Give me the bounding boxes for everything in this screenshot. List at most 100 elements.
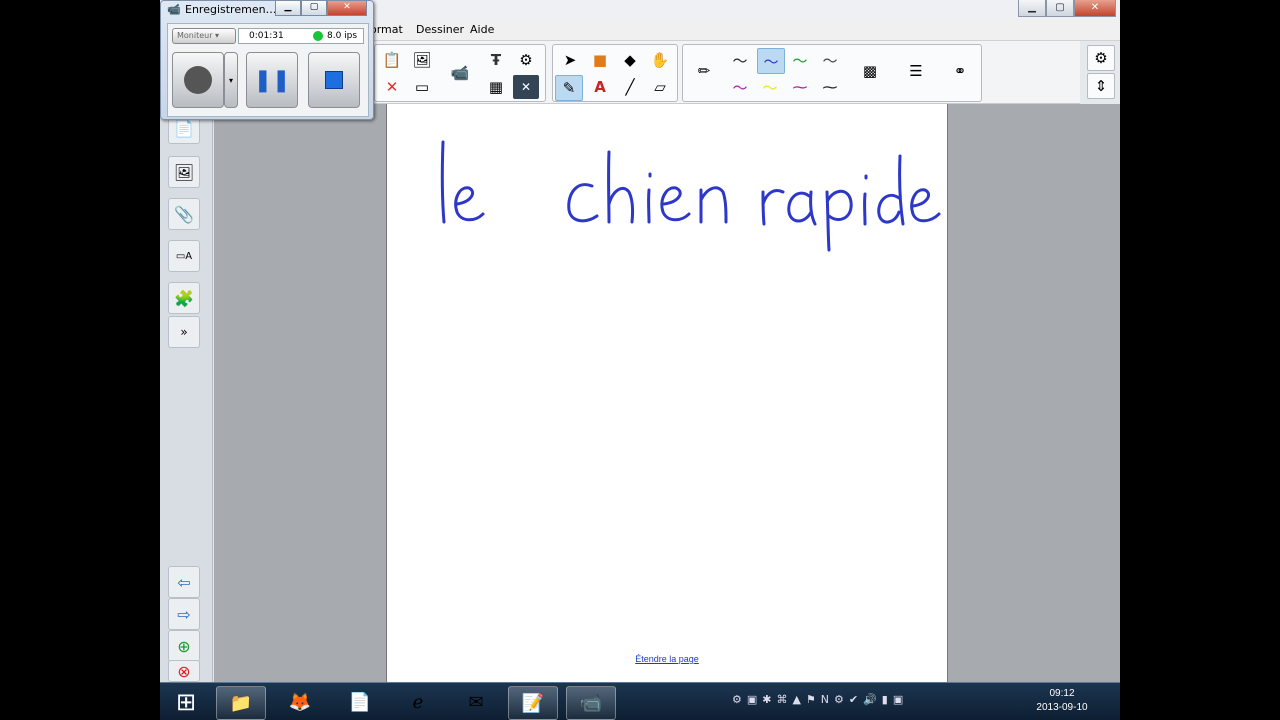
pen-icon[interactable]: ✏ xyxy=(691,59,717,83)
move-toolbar-icon[interactable]: ⇕ xyxy=(1087,73,1115,99)
ink-letter-p xyxy=(825,189,853,252)
ink-letter-h xyxy=(607,150,635,224)
record-icon xyxy=(184,66,212,94)
ink-letter-l xyxy=(440,140,446,224)
window-controls: ▁ ▢ ✕ xyxy=(1018,0,1116,17)
dropdown-arrow-icon: ▾ xyxy=(228,75,233,85)
color-palette-icon[interactable]: ▩ xyxy=(857,59,883,83)
system-tray[interactable]: ⚙▣✱⌘▲⚑N⚙✔🔊▮▣ xyxy=(732,693,908,706)
clock-date: 2013-09-10 xyxy=(1036,702,1088,713)
expand-sidebar-icon[interactable]: » xyxy=(168,316,200,348)
text-tool-icon[interactable]: A xyxy=(587,75,613,99)
ink-letter-i xyxy=(647,172,652,224)
delete-page-icon[interactable]: ⊗ xyxy=(168,660,200,682)
ink-letter-e3 xyxy=(910,188,941,223)
fill-icon[interactable]: ✋ xyxy=(647,48,673,72)
ink-letter-n xyxy=(699,186,728,224)
delete-icon[interactable]: ✕ xyxy=(379,75,405,99)
eraser-icon[interactable]: ▱ xyxy=(647,75,673,99)
eraser-tool-icon[interactable]: ◆ xyxy=(617,48,643,72)
taskbar-clock[interactable]: 09:12 2013-09-10 xyxy=(1022,687,1102,715)
text-insert-icon[interactable]: Ŧ xyxy=(483,48,509,72)
pen-style-black[interactable]: 〜 xyxy=(727,48,753,72)
ink-letter-r xyxy=(761,189,785,226)
pen-style-black-dashed[interactable]: ⁓ xyxy=(817,75,843,99)
minimize-button[interactable]: ▁ xyxy=(1018,0,1046,17)
toolbar-group-page: 📋 🖼 📹 Ŧ ⚙ ✕ ▭ ▦ ✕ xyxy=(374,44,546,102)
elapsed-time: 0:01:31 xyxy=(249,31,284,41)
close-board-icon[interactable]: ✕ xyxy=(513,75,539,99)
recorder-minimize-button[interactable]: ▁ xyxy=(275,1,301,16)
firefox-taskbar-icon[interactable]: 🦊 xyxy=(276,686,324,718)
ink-letter-e2 xyxy=(660,186,691,222)
menu-item-help[interactable]: Aide xyxy=(470,23,494,36)
camera-icon[interactable]: 📹 xyxy=(447,61,473,85)
record-options-dropdown[interactable]: ▾ xyxy=(224,52,238,108)
taskbar: ⊞ 📁 🦊 📄 ℯ ✉ 📝 📹 ⚙▣✱⌘▲⚑N⚙✔🔊▮▣ 09:12 2013-… xyxy=(160,682,1120,720)
screen-shade-icon[interactable]: ▭ xyxy=(409,75,435,99)
mail-taskbar-icon[interactable]: ✉ xyxy=(452,686,500,718)
line-tool-icon[interactable]: ╱ xyxy=(617,75,643,99)
document-taskbar-icon[interactable]: 📄 xyxy=(336,686,384,718)
paste-icon[interactable]: 📋 xyxy=(379,48,405,72)
attachments-paperclip-icon[interactable]: 📎 xyxy=(168,198,200,230)
next-page-icon[interactable]: ⇨ xyxy=(168,598,200,630)
pen-style-dark[interactable]: 〜 xyxy=(817,48,843,72)
pen-style-blue[interactable]: 〜 xyxy=(757,48,785,74)
properties-icon[interactable]: ▭A xyxy=(168,240,200,272)
clock-time: 09:12 xyxy=(1049,688,1075,699)
start-button[interactable]: ⊞ xyxy=(162,686,210,718)
close-button[interactable]: ✕ xyxy=(1074,0,1116,17)
recording-source-dropdown[interactable]: Moniteur ▾ xyxy=(172,28,236,44)
pen-style-magenta-dashed[interactable]: ⁓ xyxy=(787,75,813,99)
line-properties-icon[interactable]: ☰ xyxy=(903,59,929,83)
extend-page-link[interactable]: Étendre la page xyxy=(387,654,947,664)
pen-style-yellow[interactable]: 〜 xyxy=(757,75,783,99)
stop-icon xyxy=(325,71,343,89)
menu-item-draw[interactable]: Dessiner xyxy=(416,23,464,36)
pause-icon: ❚❚ xyxy=(253,67,291,93)
previous-page-icon[interactable]: ⇦ xyxy=(168,566,200,598)
notebook-taskbar-icon[interactable]: 📝 xyxy=(508,686,558,720)
addons-puzzle-icon[interactable]: 🧩 xyxy=(168,282,200,314)
select-arrow-icon[interactable]: ➤ xyxy=(557,48,583,72)
internet-explorer-taskbar-icon[interactable]: ℯ xyxy=(394,686,442,718)
screenshot-icon[interactable]: 🖼 xyxy=(409,48,435,72)
recorder-taskbar-icon[interactable]: 📹 xyxy=(566,686,616,720)
ink-letter-a xyxy=(787,190,817,226)
explorer-taskbar-icon[interactable]: 📁 xyxy=(216,686,266,720)
recorder-body: Moniteur ▾ 0:01:31 8.0 ips ▾ ❚❚ xyxy=(167,23,369,117)
record-button[interactable] xyxy=(172,52,224,108)
ink-letter-c xyxy=(567,183,599,223)
gallery-icon[interactable]: ⚙ xyxy=(513,48,539,72)
stop-button[interactable] xyxy=(308,52,360,108)
handwriting-ink xyxy=(440,140,941,252)
pause-button[interactable]: ❚❚ xyxy=(246,52,298,108)
recording-status-dot xyxy=(313,31,323,41)
add-page-icon[interactable]: ⊕ xyxy=(168,630,200,662)
recorder-window-controls: ▁ ▢ ✕ xyxy=(275,1,367,16)
menu-item-format[interactable]: ormat xyxy=(370,23,403,36)
recording-source-label: Moniteur xyxy=(177,31,213,40)
side-tabs: 📄 🖼 📎 ▭A 🧩 » ⇦ ⇨ ⊕ ⊗ xyxy=(160,104,213,682)
frame-rate: 8.0 ips xyxy=(327,31,358,41)
table-icon[interactable]: ▦ xyxy=(483,75,509,99)
pen-style-green[interactable]: 〜 xyxy=(787,48,813,72)
toolbar-group-pen-styles: ✏ 〜 〜 〜 〜 〜 〜 ⁓ ⁓ ▩ ☰ ⚭ xyxy=(682,44,982,102)
gallery-tab-icon[interactable]: 🖼 xyxy=(168,156,200,188)
pen-style-magenta[interactable]: 〜 xyxy=(727,75,753,99)
recorder-app-icon: 📹 xyxy=(167,3,181,16)
pen-tool-icon[interactable]: ✎ xyxy=(555,75,583,101)
ink-letter-d xyxy=(877,154,905,226)
maximize-button[interactable]: ▢ xyxy=(1046,0,1074,17)
whiteboard-page[interactable]: Étendre la page xyxy=(386,104,948,682)
ink-letter-e xyxy=(454,186,485,222)
recorder-maximize-button[interactable]: ▢ xyxy=(301,1,327,16)
recorder-close-button[interactable]: ✕ xyxy=(327,1,367,16)
link-icon[interactable]: ⚭ xyxy=(947,59,973,83)
settings-gear-icon[interactable]: ⚙ xyxy=(1087,45,1115,71)
shapes-icon[interactable]: ■ xyxy=(587,48,613,72)
ink-letter-i2 xyxy=(863,174,868,226)
ink-strokes xyxy=(440,140,941,252)
toolbar-group-tools: ➤ ■ ◆ ✋ ✎ A ╱ ▱ xyxy=(552,44,678,102)
